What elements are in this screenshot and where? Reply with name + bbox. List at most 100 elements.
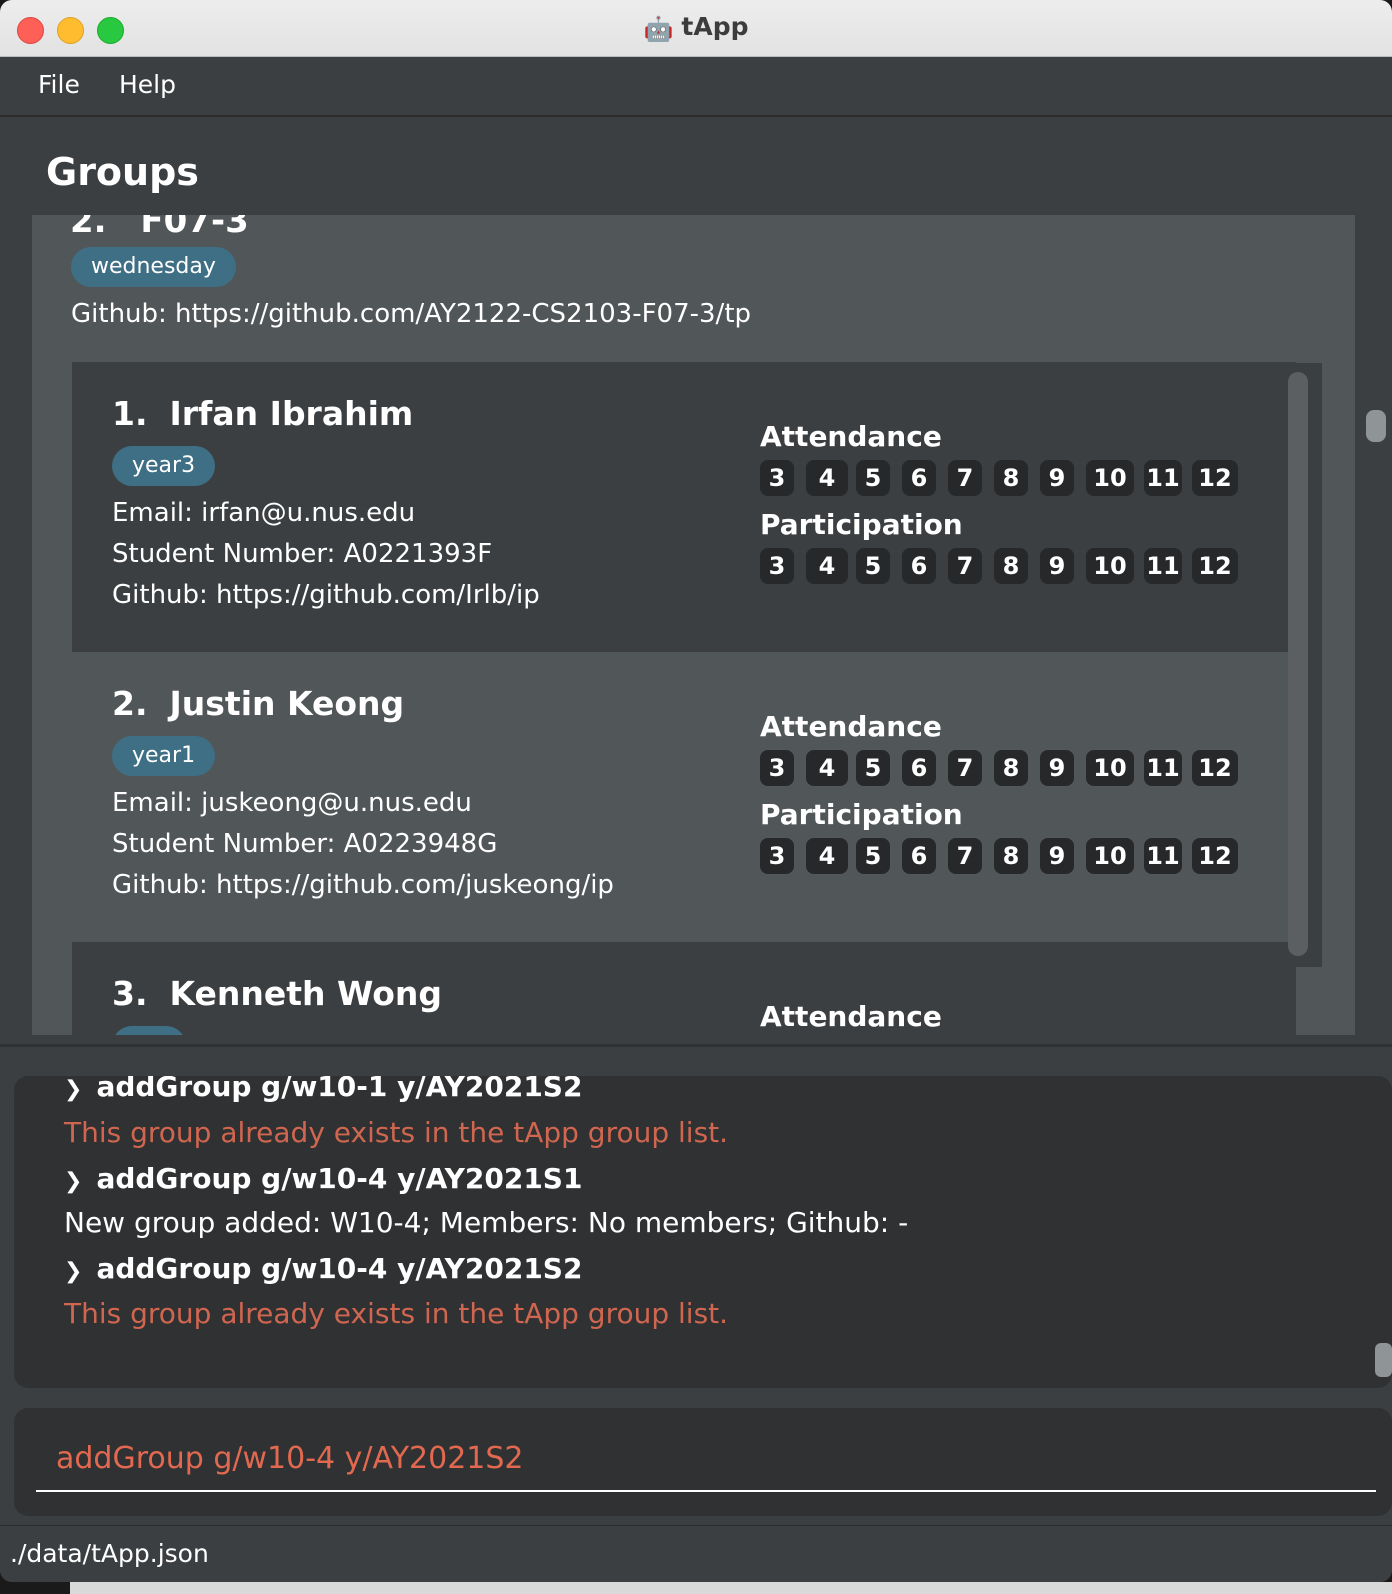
result-command-line: ❯ addGroup g/w10-4 y/AY2021S2 [64,1252,582,1285]
week-badge: 4 [806,750,848,786]
week-badge: 5 [856,548,890,584]
week-badge: 3 [760,838,794,874]
week-badge: 9 [1040,750,1074,786]
week-badge: 7 [948,548,982,584]
week-badge: 9 [1040,460,1074,496]
title-bar: 🤖 tApp [0,0,1392,57]
result-command-line: ❯ addGroup g/w10-4 y/AY2021S1 [64,1162,582,1195]
week-badge: 9 [1040,838,1074,874]
student-tag [112,1026,186,1035]
student-name: 1. Irfan Ibrahim [112,394,413,433]
week-badge: 3 [760,460,794,496]
result-command-line: ❯ addGroup g/w10-1 y/AY2021S2 [64,1076,582,1103]
student-tag: year1 [112,736,216,776]
week-badge: 6 [902,548,936,584]
result-scroll-thumb[interactable] [1375,1343,1392,1377]
menu-file[interactable]: File [38,70,80,99]
week-badge: 5 [856,460,890,496]
window-title-wrap: 🤖 tApp [0,12,1392,43]
student-index: 2. [112,684,148,723]
student-number: Student Number: A0223948G [112,829,498,859]
student-number: Student Number: A0221393F [112,539,493,569]
week-badge: 5 [856,750,890,786]
status-bar: ./data/tApp.json [0,1525,1392,1582]
week-badge: 7 [948,460,982,496]
week-badge: 3 [760,750,794,786]
chevron-right-icon: ❯ [64,1169,83,1194]
week-badge: 8 [994,548,1028,584]
participation-label: Participation [760,508,963,541]
week-badge: 11 [1144,460,1182,496]
week-badge: 8 [994,750,1028,786]
window-title: tApp [681,12,749,41]
menu-help[interactable]: Help [119,70,176,99]
student-list: 1. Irfan Ibrahim year3 Email: irfan@u.nus… [72,362,1324,1035]
groups-heading: Groups [46,150,199,194]
student-github: Github: https://github.com/juskeong/ip [112,870,614,900]
robot-icon: 🤖 [643,15,674,43]
student-card[interactable]: 1. Irfan Ibrahim year3 Email: irfan@u.nus… [72,362,1296,652]
week-badge: 8 [994,460,1028,496]
result-command-text: addGroup g/w10-4 y/AY2021S1 [96,1162,583,1195]
student-name-text: Kenneth Wong [169,974,443,1013]
chevron-right-icon: ❯ [64,1077,83,1102]
result-error-line: This group already exists in the tApp gr… [64,1116,729,1149]
week-badge: 12 [1192,838,1238,874]
week-badge: 11 [1144,548,1182,584]
student-name-text: Justin Keong [169,684,405,723]
result-success-line: New group added: W10-4; Members: No memb… [64,1206,909,1239]
week-badge: 12 [1192,460,1238,496]
participation-label: Participation [760,798,963,831]
student-github: Github: https://github.com/Irlb/ip [112,580,540,610]
attendance-label: Attendance [760,710,942,743]
week-badge: 5 [856,838,890,874]
week-badge: 4 [806,460,848,496]
student-index: 1. [112,394,148,433]
week-badge: 9 [1040,548,1074,584]
split-divider[interactable] [0,1044,1392,1047]
week-badge: 4 [806,838,848,874]
group-name: F07-3 [140,215,249,241]
group-title: 2. F07-3 [70,215,249,241]
student-email: Email: irfan@u.nus.edu [112,498,416,528]
group-tag: wednesday [71,247,236,287]
week-badge: 7 [948,750,982,786]
week-badge: 12 [1192,548,1238,584]
student-list-scroll-thumb[interactable] [1288,372,1308,956]
group-card[interactable]: 2. F07-3 wednesday Github: https://githu… [32,215,1355,1035]
week-badge: 8 [994,838,1028,874]
student-tag: year3 [112,446,216,486]
student-name: 2. Justin Keong [112,684,404,723]
attendance-label: Attendance [760,420,942,453]
app-window: 🤖 tApp File Help Groups 2. F07-3 wednesda… [0,0,1392,1582]
week-badge: 10 [1086,548,1134,584]
week-badge: 3 [760,548,794,584]
save-location: ./data/tApp.json [10,1539,209,1568]
group-github: Github: https://github.com/AY2122-CS2103… [71,299,752,329]
result-command-text: addGroup g/w10-1 y/AY2021S2 [96,1076,583,1103]
student-name-text: Irfan Ibrahim [169,394,414,433]
result-error-line: This group already exists in the tApp gr… [64,1297,729,1330]
command-input[interactable] [36,1426,1376,1492]
week-badge: 7 [948,838,982,874]
student-card[interactable]: 2. Justin Keong year1 Email: juskeong@u.n… [72,652,1296,942]
week-badge: 10 [1086,460,1134,496]
week-badge: 4 [806,548,848,584]
desktop-background [70,1582,1392,1594]
student-email: Email: juskeong@u.nus.edu [112,788,472,818]
result-display: ❯ addGroup g/w10-1 y/AY2021S2 This group … [14,1076,1392,1388]
week-badge: 11 [1144,750,1182,786]
week-badge: 10 [1086,838,1134,874]
week-badge: 6 [902,750,936,786]
group-list-scroll-thumb[interactable] [1366,410,1386,442]
week-badge: 11 [1144,838,1182,874]
week-badge: 10 [1086,750,1134,786]
chevron-right-icon: ❯ [64,1259,83,1284]
week-badge: 6 [902,838,936,874]
command-box [14,1408,1392,1516]
group-index: 2. [70,215,107,241]
week-badge: 12 [1192,750,1238,786]
week-badge: 6 [902,460,936,496]
attendance-label: Attendance [760,1000,942,1033]
student-card[interactable]: 3. Kenneth Wong Attendance [72,942,1296,1035]
